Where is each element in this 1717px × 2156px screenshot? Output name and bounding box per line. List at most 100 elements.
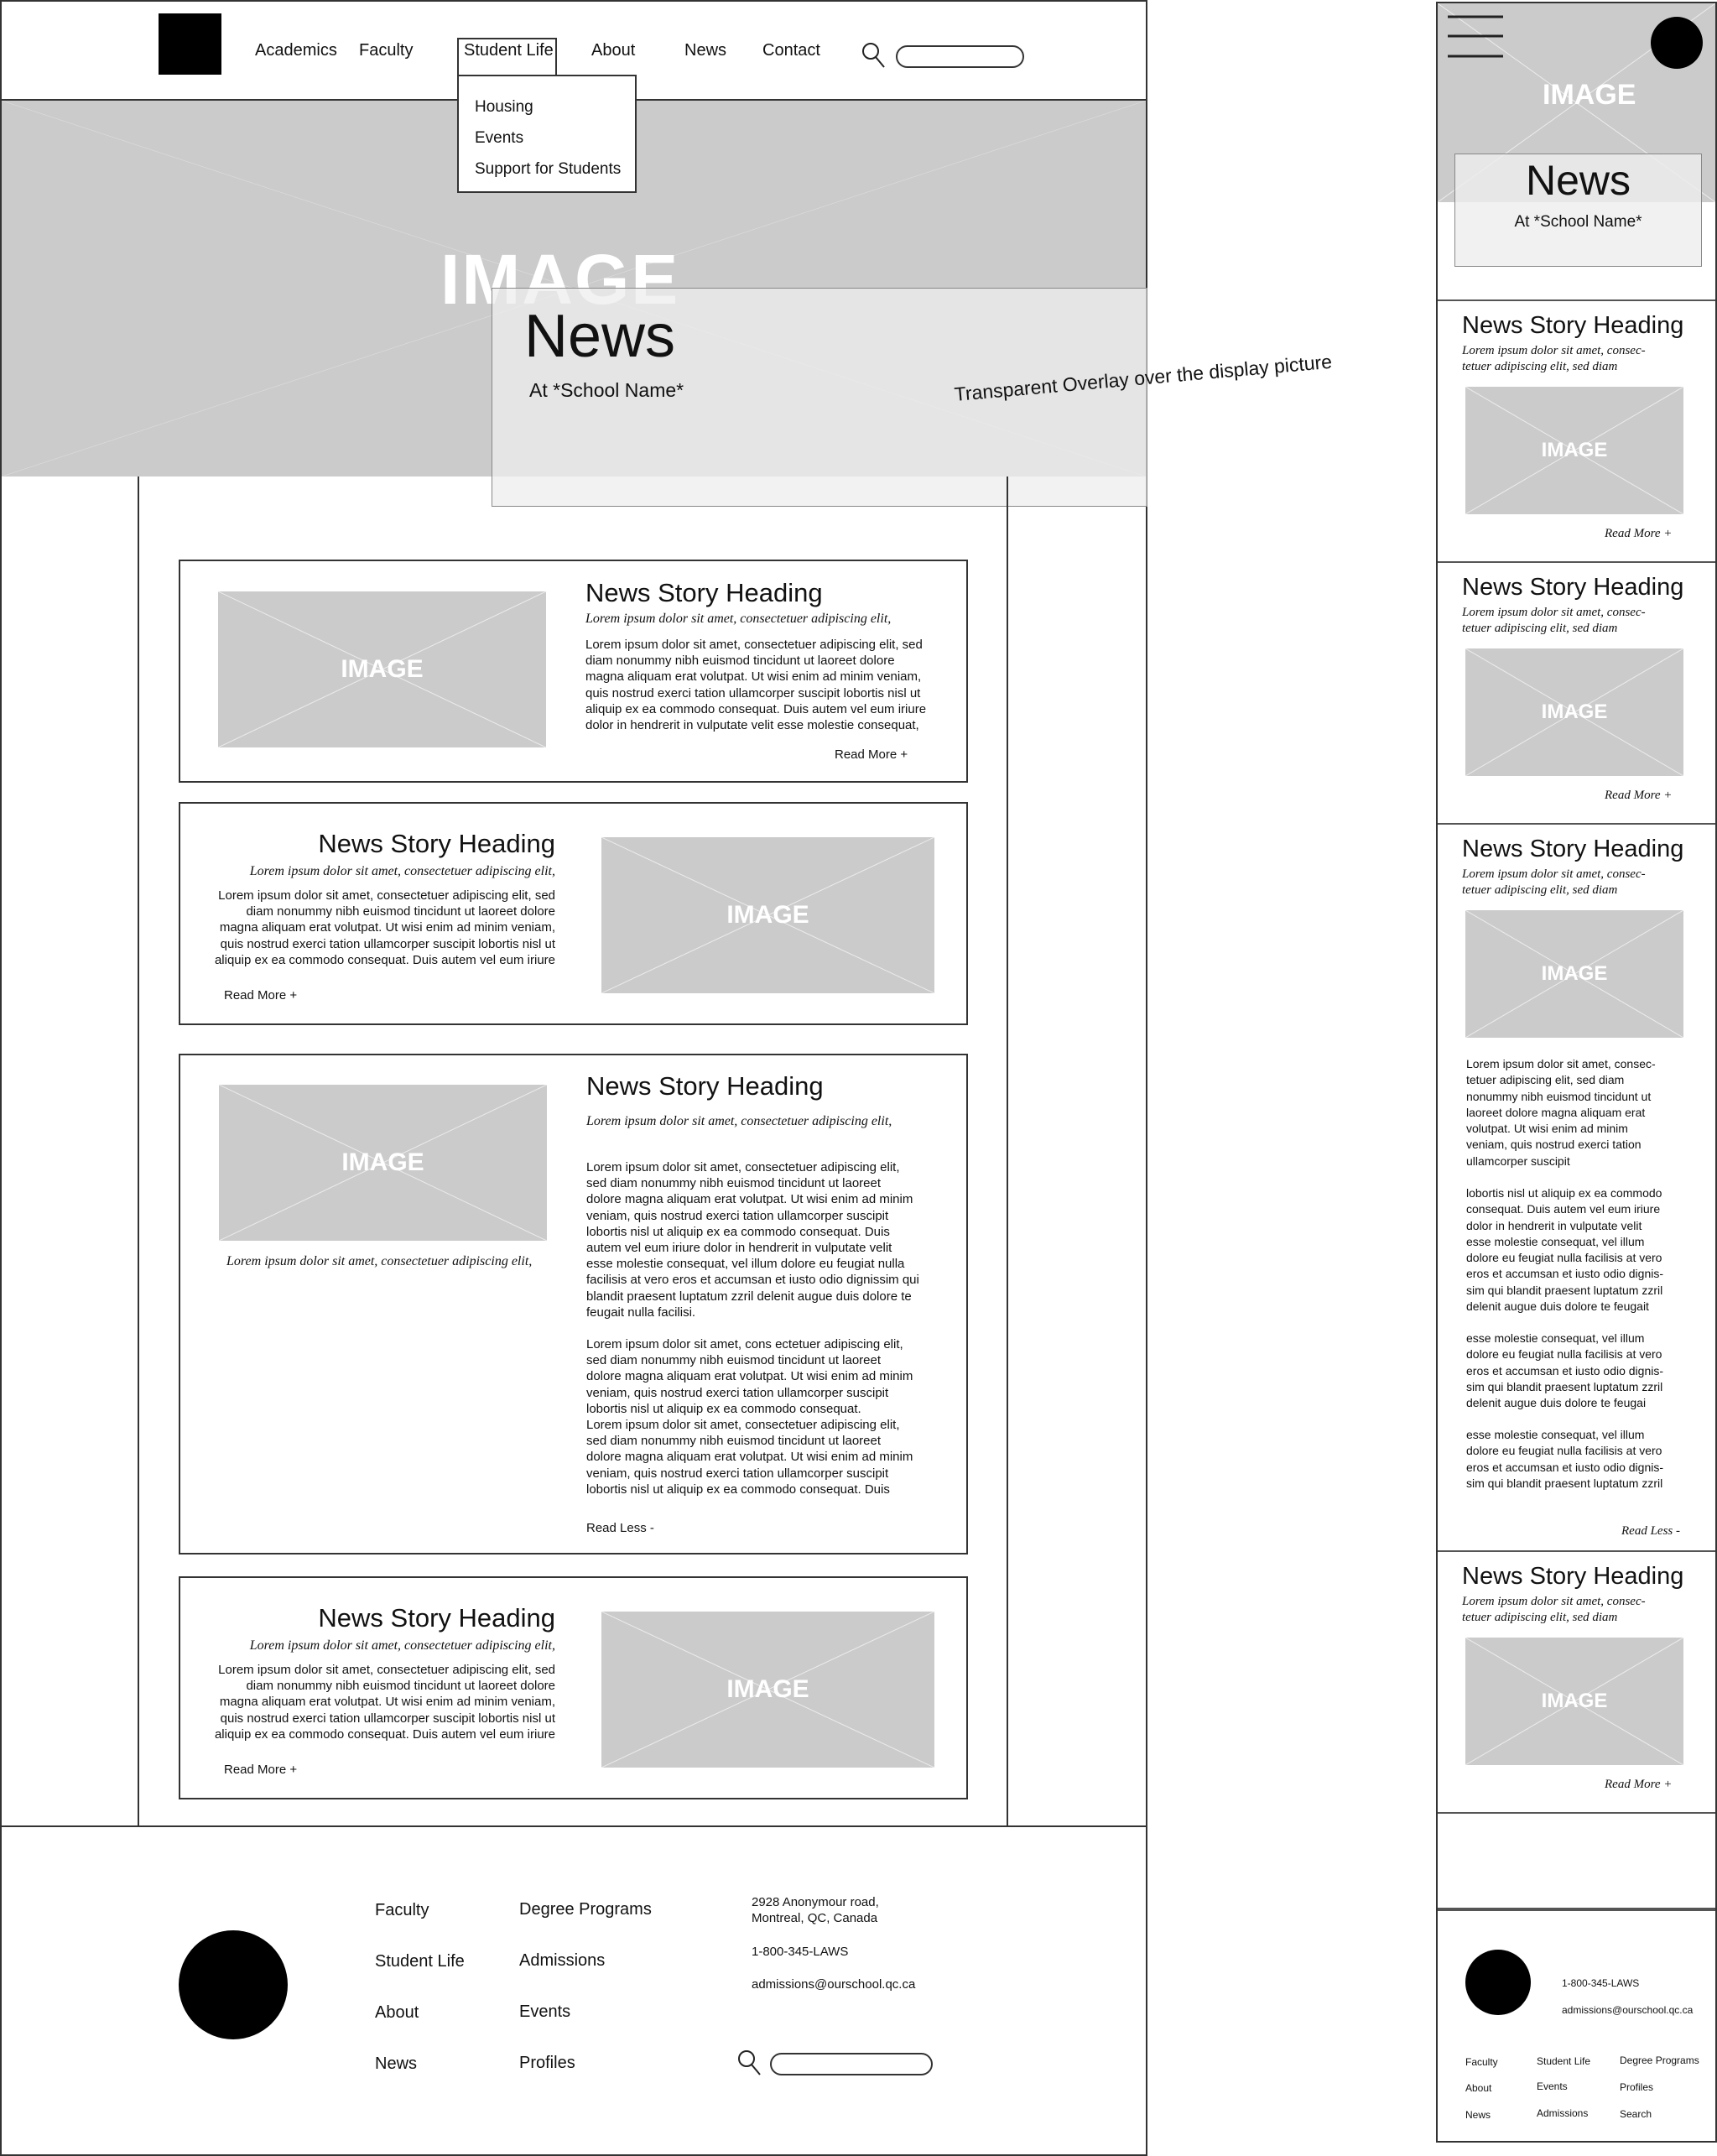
search-input[interactable] bbox=[896, 45, 1024, 68]
mobile-story-subheading: Lorem ipsum dolor sit amet, consec-tetue… bbox=[1462, 344, 1646, 373]
story-heading: News Story Heading bbox=[585, 578, 823, 607]
footer-search-input[interactable] bbox=[770, 2053, 933, 2075]
search-icon[interactable] bbox=[861, 41, 887, 70]
mobile-story-body: Lorem ipsum dolor sit amet, consec-tetue… bbox=[1466, 1057, 1656, 1168]
hero-subtitle: At *School Name* bbox=[529, 379, 684, 401]
mobile-footer-logo[interactable] bbox=[1465, 1950, 1531, 2015]
mobile-story-heading: News Story Heading bbox=[1462, 1563, 1684, 1590]
content-column-left-line bbox=[138, 477, 139, 1827]
footer-address: 2928 Anonymour road, Montreal, QC, Canada bbox=[752, 1895, 879, 1925]
mobile-footer-link-admissions[interactable]: Admissions bbox=[1537, 2107, 1588, 2119]
image-placeholder-label: IMAGE bbox=[726, 1675, 809, 1703]
story-card: News Story Heading Lorem ipsum dolor sit… bbox=[179, 802, 968, 1025]
mobile-read-more-link[interactable]: Read More + bbox=[1605, 1778, 1672, 1792]
story-body: Lorem ipsum dolor sit amet, consectetuer… bbox=[214, 888, 555, 967]
story-card-expanded: IMAGE Lorem ipsum dolor sit amet, consec… bbox=[179, 1054, 968, 1555]
search-icon[interactable] bbox=[737, 2049, 762, 2077]
nav-academics[interactable]: Academics bbox=[255, 41, 337, 60]
footer-link-about[interactable]: About bbox=[375, 2003, 419, 2023]
mobile-logo[interactable] bbox=[1651, 17, 1703, 69]
story-body: Lorem ipsum dolor sit amet, consectetuer… bbox=[585, 638, 927, 733]
footer-link-student-life[interactable]: Student Life bbox=[375, 1952, 465, 1971]
mobile-read-more-link[interactable]: Read More + bbox=[1605, 527, 1672, 541]
story-image: IMAGE bbox=[601, 837, 934, 993]
story-heading: News Story Heading bbox=[318, 829, 555, 858]
nav-contact[interactable]: Contact bbox=[762, 41, 820, 60]
nav-faculty[interactable]: Faculty bbox=[359, 41, 413, 60]
site-logo[interactable] bbox=[159, 13, 221, 75]
footer-link-events[interactable]: Events bbox=[519, 2002, 570, 2022]
mobile-divider bbox=[1438, 561, 1715, 563]
story-body: Lorem ipsum dolor sit amet, cons ectetue… bbox=[586, 1337, 913, 1497]
mobile-story-image: IMAGE bbox=[1465, 1638, 1683, 1765]
mobile-story-subheading: Lorem ipsum dolor sit amet, consec-tetue… bbox=[1462, 606, 1646, 635]
story-card: IMAGE News Story Heading Lorem ipsum dol… bbox=[179, 560, 968, 783]
read-less-link[interactable]: Read Less - bbox=[586, 1521, 654, 1535]
image-placeholder-label: IMAGE bbox=[1541, 439, 1608, 461]
nav-about[interactable]: About bbox=[591, 41, 635, 60]
student-life-dropdown: Housing Events Support for Students bbox=[457, 75, 637, 193]
image-placeholder-label: IMAGE bbox=[1543, 79, 1636, 111]
mobile-footer-link-degree-programs[interactable]: Degree Programs bbox=[1620, 2054, 1699, 2066]
footer-link-admissions[interactable]: Admissions bbox=[519, 1951, 605, 1971]
mobile-hero-overlay: News At *School Name* bbox=[1454, 154, 1702, 267]
mobile-footer-email[interactable]: admissions@ourschool.qc.ca bbox=[1562, 2004, 1693, 2016]
mobile-story-heading: News Story Heading bbox=[1462, 312, 1684, 339]
story-body: Lorem ipsum dolor sit amet, consectetuer… bbox=[214, 1663, 555, 1742]
mobile-story-body: esse molestie consequat, vel illum dolore… bbox=[1466, 1331, 1664, 1410]
story-subheading: Lorem ipsum dolor sit amet, consectetuer… bbox=[249, 1638, 555, 1653]
story-subheading: Lorem ipsum dolor sit amet, consectetuer… bbox=[249, 864, 555, 878]
read-more-link[interactable]: Read More + bbox=[224, 1763, 297, 1777]
mobile-read-more-link[interactable]: Read More + bbox=[1605, 789, 1672, 803]
hamburger-menu-icon[interactable] bbox=[1448, 13, 1503, 60]
story-image: IMAGE bbox=[218, 591, 546, 747]
footer-link-news[interactable]: News bbox=[375, 2054, 417, 2074]
mobile-story-body: lobortis nisl ut aliquip ex ea commodo co… bbox=[1466, 1186, 1664, 1314]
mobile-story-image: IMAGE bbox=[1465, 387, 1683, 514]
image-placeholder-label: IMAGE bbox=[1541, 700, 1608, 723]
footer-link-profiles[interactable]: Profiles bbox=[519, 2054, 575, 2073]
mobile-story-heading: News Story Heading bbox=[1462, 574, 1684, 601]
mobile-hero-subtitle: At *School Name* bbox=[1514, 213, 1642, 231]
image-placeholder-label: IMAGE bbox=[1541, 1690, 1608, 1712]
mobile-divider bbox=[1438, 1812, 1715, 1814]
mobile-footer-link-about[interactable]: About bbox=[1465, 2082, 1491, 2094]
read-more-link[interactable]: Read More + bbox=[224, 988, 297, 1002]
mobile-footer-link-events[interactable]: Events bbox=[1537, 2080, 1568, 2092]
mobile-divider bbox=[1438, 823, 1715, 825]
mobile-footer-phone: 1-800-345-LAWS bbox=[1562, 1977, 1640, 1989]
image-placeholder-label: IMAGE bbox=[1541, 962, 1608, 985]
footer-link-faculty[interactable]: Faculty bbox=[375, 1901, 429, 1920]
nav-student-life[interactable]: Student Life bbox=[464, 41, 554, 60]
content-column-right-line bbox=[1007, 477, 1008, 1827]
mobile-footer-link-news[interactable]: News bbox=[1465, 2109, 1491, 2121]
story-card: News Story Heading Lorem ipsum dolor sit… bbox=[179, 1576, 968, 1799]
dropdown-item-housing[interactable]: Housing bbox=[475, 98, 533, 117]
mobile-hero-title: News bbox=[1525, 157, 1631, 204]
story-image: IMAGE bbox=[219, 1085, 547, 1241]
story-subheading: Lorem ipsum dolor sit amet, consectetuer… bbox=[585, 612, 892, 626]
mobile-footer-link-faculty[interactable]: Faculty bbox=[1465, 2056, 1498, 2068]
image-placeholder-label: IMAGE bbox=[726, 901, 809, 929]
mobile-footer-link-search[interactable]: Search bbox=[1620, 2108, 1652, 2120]
footer-logo[interactable] bbox=[179, 1930, 288, 2039]
story-image: IMAGE bbox=[601, 1612, 934, 1768]
mobile-story-subheading: Lorem ipsum dolor sit amet, consec-tetue… bbox=[1462, 1595, 1646, 1624]
footer-link-degree-programs[interactable]: Degree Programs bbox=[519, 1900, 652, 1919]
story-body: Lorem ipsum dolor sit amet, consectetuer… bbox=[586, 1160, 919, 1320]
dropdown-item-events[interactable]: Events bbox=[475, 129, 523, 148]
mobile-footer-link-student-life[interactable]: Student Life bbox=[1537, 2055, 1590, 2067]
nav-news[interactable]: News bbox=[684, 41, 726, 60]
mobile-story-heading: News Story Heading bbox=[1462, 836, 1684, 862]
mobile-story-image: IMAGE bbox=[1465, 910, 1683, 1038]
footer-divider bbox=[0, 1825, 1147, 1827]
mobile-footer-link-profiles[interactable]: Profiles bbox=[1620, 2081, 1653, 2093]
story-subheading: Lorem ipsum dolor sit amet, consectetuer… bbox=[586, 1114, 892, 1128]
dropdown-item-support[interactable]: Support for Students bbox=[475, 160, 621, 179]
story-heading: News Story Heading bbox=[318, 1603, 555, 1633]
footer-email[interactable]: admissions@ourschool.qc.ca bbox=[752, 1977, 915, 1992]
mobile-read-less-link[interactable]: Read Less - bbox=[1621, 1524, 1680, 1539]
read-more-link[interactable]: Read More + bbox=[835, 747, 908, 762]
mobile-story-body: esse molestie consequat, vel illum dolore… bbox=[1466, 1428, 1664, 1490]
mobile-divider bbox=[1438, 1550, 1715, 1552]
